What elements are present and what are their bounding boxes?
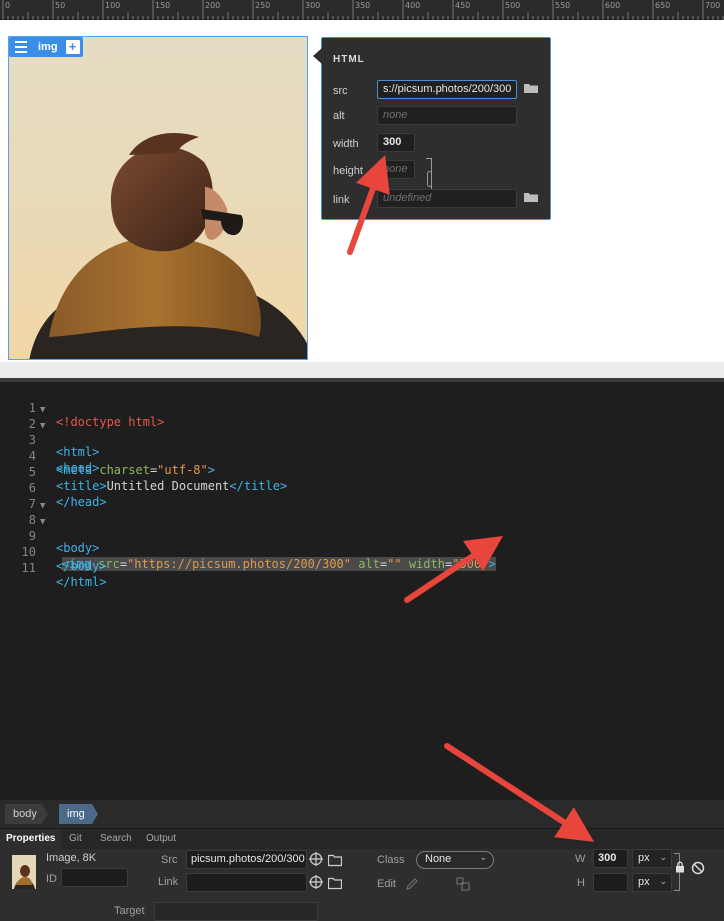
tag-crumb-img[interactable]: img [59,804,98,824]
ruler-label: 200 [205,1,221,10]
height-input[interactable] [593,873,628,892]
code-line-3[interactable]: 3 ▼ <head> [0,419,724,475]
fold-toggle-icon[interactable]: ▼ [40,405,45,415]
width-label: width [333,138,359,150]
folder-icon[interactable] [328,853,342,867]
ruler-label: 650 [655,1,671,10]
plus-icon[interactable]: + [65,40,80,54]
code-line-6[interactable]: 6 </head> [0,467,724,509]
fold-toggle-icon[interactable]: ▼ [40,421,45,431]
chevron-down-icon: ⌄ [659,852,667,862]
chevron-down-icon: ⌄ [479,852,487,862]
image-thumbnail [12,855,36,889]
chain-link-icon[interactable] [427,171,432,187]
ruler-label: 600 [605,1,621,10]
alt-label: alt [333,110,345,122]
pencil-icon[interactable] [405,877,419,891]
src-label: Src [161,854,178,866]
height-label: height [333,165,363,177]
id-input[interactable] [61,868,128,887]
class-label: Class [377,854,405,866]
tab-properties[interactable]: Properties [0,829,62,849]
width-label: W [575,853,586,865]
src-input[interactable]: s://picsum.photos/200/300 [377,80,517,99]
tag-crumb-body[interactable]: body [5,804,48,824]
target-select[interactable] [154,902,318,921]
code-line-10[interactable]: 10 </body> [0,531,724,573]
ruler-label: 50 [55,1,66,10]
photo-woman-scarf [9,37,307,359]
edit-label: Edit [377,878,396,890]
height-unit-select[interactable]: px ⌄ [632,873,672,892]
folder-icon[interactable] [524,192,538,202]
hud-title: HTML [333,54,365,65]
ruler-label: 450 [455,1,471,10]
code-line-7[interactable]: 7 [0,483,724,511]
class-select-value: None [425,853,452,865]
properties-panel: Properties Git Search Output Image, 8K I… [0,828,724,921]
image-type-info: Image, 8K [46,852,97,864]
target-icon[interactable] [309,875,323,889]
height-label: H [577,877,585,889]
ruler-label: 150 [155,1,171,10]
link-label: Link [158,876,179,888]
tab-output[interactable]: Output [140,829,182,849]
code-line-11[interactable]: 11 </html> [0,547,724,589]
chevron-down-icon: ⌄ [659,876,667,886]
selected-image[interactable] [8,36,308,360]
ruler-label: 350 [355,1,371,10]
code-line-5[interactable]: 5 <title>Untitled Document</title> [0,451,724,493]
width-unit-select[interactable]: px ⌄ [632,849,672,868]
width-input[interactable]: 300 [593,849,628,868]
resample-icon[interactable] [456,877,470,891]
tab-git[interactable]: Git [63,829,88,849]
link-input[interactable]: undefined [377,189,517,208]
code-line-9[interactable]: 9 ▼ <img src="https://picsum.photos/200/… [0,515,724,571]
folder-icon[interactable] [524,83,538,93]
tag-token: </html> [56,575,107,589]
lock-icon[interactable] [675,861,685,873]
element-display-badge[interactable]: img + [9,37,83,57]
code-line-1[interactable]: 1 <!doctype html> [0,387,724,429]
ruler-label: 300 [305,1,321,10]
horizontal-ruler: 0 50 100 150 200 250 300 350 400 450 500 550 600 650 7… [0,0,724,20]
fold-toggle-icon[interactable]: ▼ [40,501,45,511]
element-tag-name: img [38,41,58,53]
src-input[interactable]: picsum.photos/200/300 [186,850,307,869]
hamburger-icon[interactable] [12,39,30,55]
ruler-label: 400 [405,1,421,10]
target-icon[interactable] [309,852,323,866]
ruler-label: 100 [105,1,121,10]
ruler-label: 700 [705,1,721,10]
code-line-2[interactable]: 2 ▼ <html> [0,403,724,459]
ruler-label: 550 [555,1,571,10]
quick-property-inspector: HTML src s://picsum.photos/200/300 alt n… [313,37,551,220]
id-label: ID [46,873,57,885]
alt-input[interactable]: none [377,106,517,125]
code-line-4[interactable]: 4 <meta charset="utf-8"> [0,435,724,477]
height-input[interactable]: none [377,160,415,179]
class-select[interactable]: None ⌄ [416,851,494,869]
width-unit-value: px [638,852,650,864]
target-label: Target [114,905,145,917]
folder-icon[interactable] [328,876,342,890]
ruler-label: 250 [255,1,271,10]
link-label: link [333,194,350,206]
tab-search[interactable]: Search [94,829,138,849]
src-label: src [333,85,348,97]
code-view[interactable]: 1 <!doctype html> 2 ▼ <html> 3 ▼ <head> … [0,382,724,800]
link-input[interactable] [186,873,307,892]
fold-toggle-icon[interactable]: ▼ [40,517,45,527]
width-input[interactable]: 300 [377,133,415,152]
no-icon[interactable] [691,861,705,875]
height-unit-value: px [638,876,650,888]
panel-tabs: Properties Git Search Output [0,829,724,849]
code-line-8[interactable]: 8 ▼ <body> [0,499,724,555]
live-view[interactable]: img + HTML src s://picsum.photos/200/300… [0,20,724,362]
line-number: 11 [21,561,36,575]
view-splitter[interactable] [0,362,724,382]
ruler-label: 500 [505,1,521,10]
tag-selector-bar: body img [0,800,724,828]
ruler-label: 0 [5,1,11,10]
